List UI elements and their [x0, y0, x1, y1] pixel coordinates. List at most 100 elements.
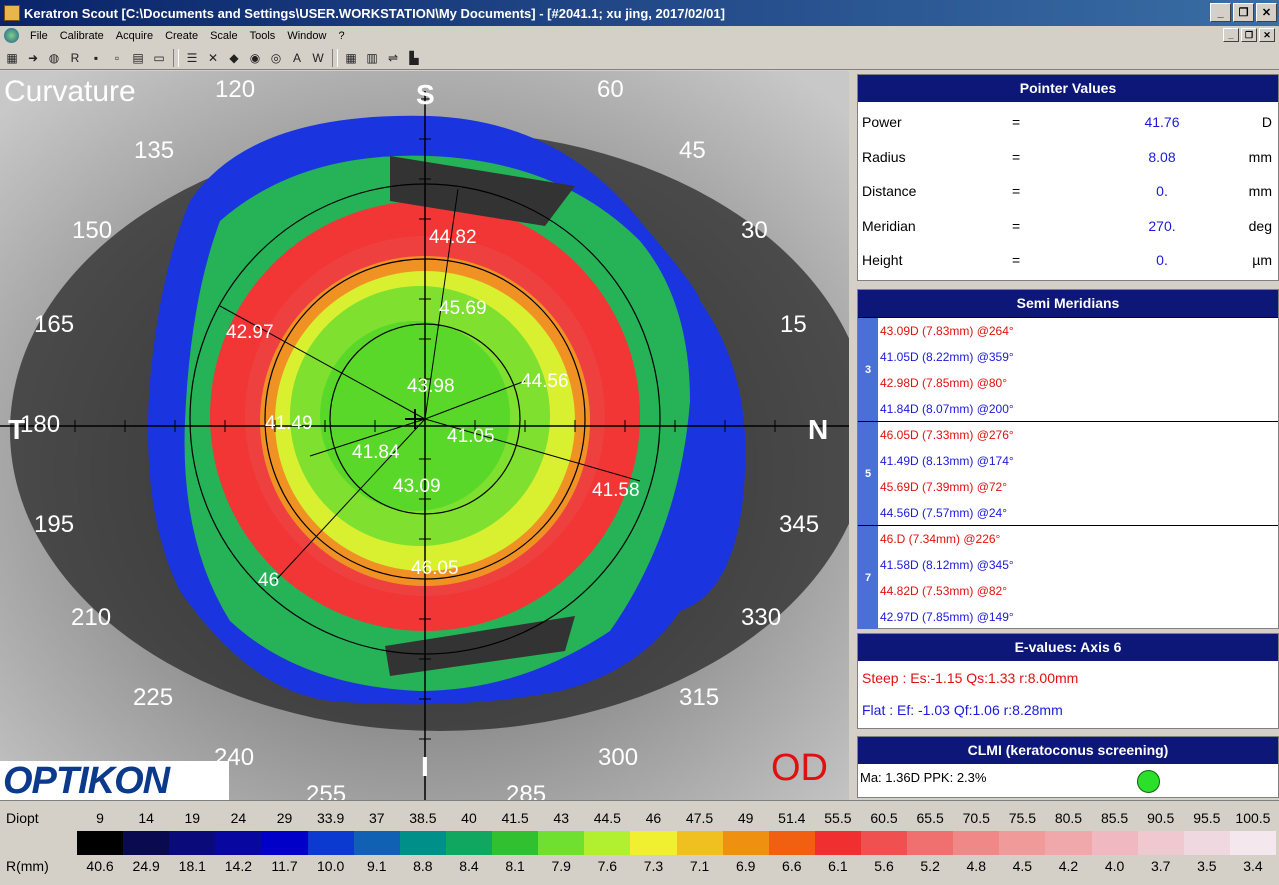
- semi-meridian-value: 42.97D (7.85mm) @149°: [880, 610, 1014, 624]
- semi-meridian-value: 41.49D (8.13mm) @174°: [880, 454, 1014, 468]
- maximize-button[interactable]: ❐: [1233, 3, 1254, 22]
- degree-label: 225: [133, 684, 174, 711]
- list-button[interactable]: ☰: [182, 48, 202, 68]
- zone-label: 3: [858, 318, 878, 421]
- pointer-row-radius: Radius = 8.08 mm: [862, 142, 1276, 172]
- optikon-logo: OPTIKON: [0, 761, 229, 800]
- k-value: 41.05: [447, 426, 495, 447]
- nasal-label: N: [808, 414, 829, 445]
- color-swatch: [538, 831, 585, 855]
- degree-label: 45: [679, 137, 706, 164]
- clmi-box: CLMI (keratoconus screening) Ma: 1.36D P…: [857, 736, 1279, 798]
- semi-meridian-group: 3 43.09D (7.83mm) @264° 41.05D (8.22mm) @3…: [858, 317, 1278, 421]
- pointer-name: Meridian: [862, 217, 916, 234]
- import-button[interactable]: ➜: [23, 48, 43, 68]
- semi-meridian-group: 5 46.05D (7.33mm) @276° 41.49D (8.13mm) @1…: [858, 421, 1278, 525]
- pointer-eq: =: [1012, 217, 1021, 234]
- e-values-steep: Steep : Es:-1.15 Qs:1.33 r:8.00mm: [862, 670, 1079, 686]
- reference-button[interactable]: R: [65, 48, 85, 68]
- degree-label: 120: [215, 76, 256, 103]
- degree-label: 150: [72, 217, 113, 244]
- degree-label: 180: [20, 411, 61, 438]
- save-all-button[interactable]: ▫: [107, 48, 127, 68]
- semi-meridian-value: 46.05D (7.33mm) @276°: [880, 428, 1014, 442]
- superior-label: S: [416, 79, 435, 110]
- book-icon: ◆: [229, 50, 239, 65]
- menu-help[interactable]: ?: [332, 30, 350, 42]
- menu-bar: File Calibrate Acquire Create Scale Tool…: [0, 26, 1279, 45]
- degree-label: 135: [134, 137, 175, 164]
- semi-meridian-value: 43.09D (7.83mm) @264°: [880, 324, 1014, 338]
- save-icon: ▪: [93, 50, 99, 65]
- color-swatch: [492, 831, 539, 855]
- k-value: 43.98: [407, 376, 455, 397]
- color-swatch: [353, 831, 401, 855]
- eye-button[interactable]: ◉: [245, 48, 265, 68]
- w-button[interactable]: W: [308, 48, 328, 68]
- close-map-icon: ✕: [207, 50, 219, 65]
- color-swatch: [676, 831, 724, 855]
- degree-label: 285: [506, 781, 547, 800]
- menu-acquire[interactable]: Acquire: [110, 30, 159, 42]
- chart-button[interactable]: ▙: [404, 48, 424, 68]
- document-icon[interactable]: [4, 28, 19, 43]
- color-swatch: [814, 831, 862, 855]
- k-value: 41.84: [352, 442, 400, 463]
- pointer-name: Radius: [862, 148, 906, 165]
- close-button[interactable]: ✕: [1256, 3, 1277, 22]
- k-value: 44.82: [429, 227, 477, 248]
- book-button[interactable]: ◆: [224, 48, 244, 68]
- semi-meridian-value: 41.58D (8.12mm) @345°: [880, 558, 1014, 572]
- open-button[interactable]: ▦: [2, 48, 22, 68]
- clmi-values: Ma: 1.36D PPK: 2.3%: [860, 770, 987, 785]
- eye-icon: ◉: [249, 50, 261, 65]
- minimize-button[interactable]: _: [1210, 3, 1231, 22]
- save-all-icon: ▫: [114, 50, 120, 65]
- open-icon: ▦: [6, 50, 18, 65]
- menu-scale[interactable]: Scale: [204, 30, 244, 42]
- pointer-value: 8.08: [1148, 148, 1176, 165]
- a-icon: A: [292, 50, 301, 65]
- import-icon: ➜: [27, 50, 39, 65]
- color-swatch: [722, 831, 770, 855]
- pointer-unit: mm: [1248, 148, 1272, 165]
- pointer-name: Height: [862, 252, 903, 268]
- a-button[interactable]: A: [287, 48, 307, 68]
- mdi-minimize-button[interactable]: _: [1223, 28, 1239, 42]
- semi-meridian-group: 7 46.D (7.34mm) @226° 41.58D (8.12mm) @345…: [858, 525, 1278, 629]
- print-button[interactable]: ▤: [128, 48, 148, 68]
- table-icon: ▥: [366, 50, 378, 65]
- menu-file[interactable]: File: [24, 30, 54, 42]
- menu-calibrate[interactable]: Calibrate: [54, 30, 110, 42]
- inferior-label: I: [421, 751, 429, 782]
- semi-meridian-value: 44.82D (7.53mm) @82°: [880, 584, 1008, 598]
- grid-button[interactable]: ▦: [341, 48, 361, 68]
- clmi-header: CLMI (keratoconus screening): [858, 737, 1278, 764]
- w-icon: W: [312, 50, 324, 65]
- pointer-unit: µm: [1252, 252, 1272, 268]
- color-swatch: [261, 831, 309, 855]
- monitor-button[interactable]: ▭: [149, 48, 169, 68]
- table-button[interactable]: ▥: [362, 48, 382, 68]
- diopt-value: 100.5: [1235, 810, 1271, 826]
- menu-tools[interactable]: Tools: [244, 30, 282, 42]
- globe-button[interactable]: ◍: [44, 48, 64, 68]
- color-swatch: [1229, 831, 1277, 855]
- pointer-row-meridian: Meridian = 270. deg: [862, 211, 1276, 241]
- color-swatch: [860, 831, 908, 855]
- curvature-map[interactable]: Curvature S I T N 120 60 135 45 150 30 1…: [0, 71, 849, 800]
- k-value: 43.09: [393, 476, 441, 497]
- save-button[interactable]: ▪: [86, 48, 106, 68]
- menu-window[interactable]: Window: [281, 30, 332, 42]
- right-panel: Pointer Values Power = 41.76 D Radius = 8.08 mm…: [850, 71, 1279, 800]
- mdi-restore-button[interactable]: ❐: [1241, 28, 1257, 42]
- close-map-button[interactable]: ✕: [203, 48, 223, 68]
- menu-create[interactable]: Create: [159, 30, 204, 42]
- compare-button[interactable]: ⇌: [383, 48, 403, 68]
- semi-meridians-header: Semi Meridians: [858, 290, 1278, 317]
- color-swatch: [1183, 831, 1231, 855]
- degree-label: 30: [741, 217, 768, 244]
- target-button[interactable]: ◎: [266, 48, 286, 68]
- color-swatch: [169, 831, 216, 855]
- mdi-close-button[interactable]: ✕: [1259, 28, 1275, 42]
